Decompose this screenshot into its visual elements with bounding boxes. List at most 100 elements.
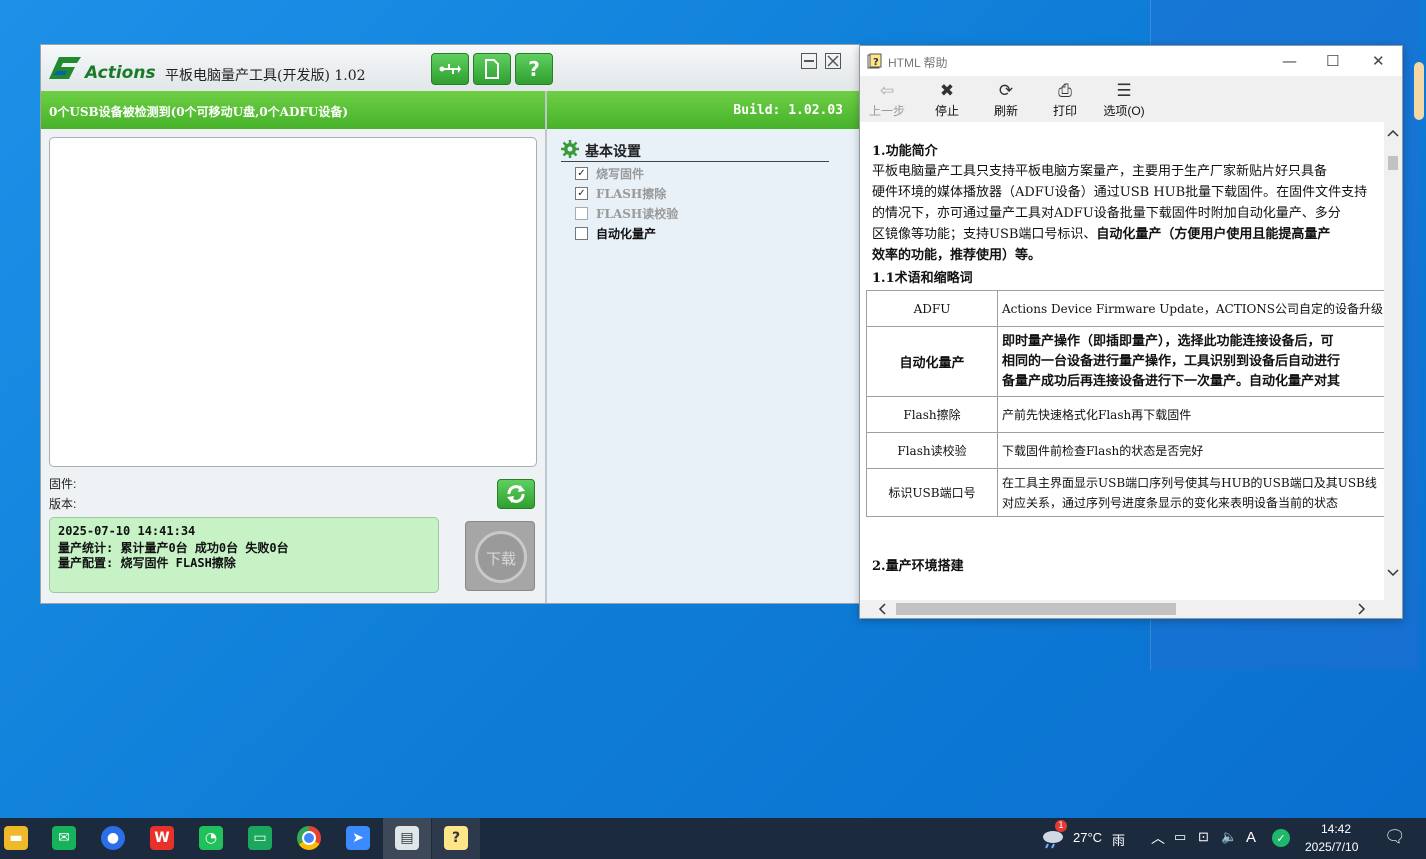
option-checkbox[interactable]: ✓: [575, 166, 588, 180]
paragraph-line: 区镜像等功能；支持USB端口号标识、自动化量产（方便用户使用且能提高量产: [872, 224, 1378, 245]
table-row: Flash读校验 下载固件前检查Flash的状态是否完好: [866, 432, 1384, 469]
close-icon: [825, 53, 841, 69]
clock-time[interactable]: 14:42: [1321, 822, 1351, 836]
device-status-bar: 0个USB设备被检测到(0个可移动U盘,0个ADFU设备) Build: 1.0…: [41, 91, 859, 129]
scroll-down-icon[interactable]: [1384, 566, 1402, 580]
back-arrow-icon: ⇦: [879, 81, 895, 101]
weather-temperature[interactable]: 27°C: [1073, 830, 1102, 845]
section-paragraph: 平板电脑量产工具只支持平板电脑方案量产，主要用于生产厂家新贴片好只具备 硬件环境…: [872, 161, 1378, 266]
stop-label: 停止: [934, 104, 959, 118]
horizontal-scrollbar[interactable]: [860, 600, 1402, 618]
scroll-left-icon[interactable]: [876, 600, 890, 618]
section-title: 1.功能简介: [872, 144, 938, 159]
build-version: Build: 1.02.03: [733, 103, 843, 118]
ime-indicator[interactable]: A: [1246, 829, 1256, 846]
table-row: 自动化量产 即时量产操作（即插即量产），选择此功能连接设备后，可 相同的一台设备…: [866, 326, 1384, 397]
usb-button[interactable]: [431, 53, 469, 85]
messaging-icon[interactable]: ✉: [52, 826, 76, 850]
refresh-button[interactable]: [497, 479, 535, 509]
options-button[interactable]: ☰ 选项(O): [1097, 80, 1151, 119]
table-row: 标识USB端口号 在工具主界面显示USB端口序列号使其与HUB的USB端口及其U…: [866, 468, 1384, 517]
term-cell: Flash读校验: [866, 432, 998, 469]
help-button[interactable]: ?: [515, 53, 553, 85]
help-title-bar[interactable]: ? HTML 帮助 — ☐ ✕: [860, 46, 1402, 76]
option-checkbox[interactable]: ✓: [575, 186, 588, 200]
network-icon[interactable]: ⊡: [1198, 829, 1209, 845]
minimize-button[interactable]: [801, 53, 817, 69]
document-icon: [485, 59, 499, 79]
settings-title: 基本设置: [585, 144, 641, 160]
settings-pane: 基本设置 ✓ 烧写固件 ✓ FLASH擦除 FLASH读校验 自动化量产: [547, 129, 859, 603]
option-burn-firmware[interactable]: ✓ 烧写固件: [575, 165, 644, 181]
stop-icon: ✖: [939, 81, 955, 101]
back-button[interactable]: ⇦ 上一步: [860, 80, 914, 119]
production-tool-window: Actions 平板电脑量产工具(开发版) 1.02 ? 0个USB设备被检测到…: [40, 44, 860, 604]
html-help-icon[interactable]: ?: [444, 826, 468, 850]
browser-icon[interactable]: ●: [101, 826, 125, 850]
download-button[interactable]: 下载: [465, 521, 535, 591]
feishu-icon[interactable]: ➤: [346, 826, 370, 850]
option-auto-production[interactable]: 自动化量产: [575, 225, 656, 241]
refresh-page-button[interactable]: ⟳ 刷新: [979, 80, 1033, 119]
notification-icon[interactable]: 🗨: [1384, 827, 1406, 847]
scroll-right-icon[interactable]: [1354, 600, 1368, 618]
tool-title-bar[interactable]: Actions 平板电脑量产工具(开发版) 1.02 ?: [41, 45, 859, 91]
battery-icon[interactable]: ▭: [1174, 829, 1186, 845]
info-config: 量产配置: 烧写固件 FLASH擦除: [58, 556, 236, 570]
paragraph-text: 区镜像等功能；支持USB端口号标识、: [872, 227, 1097, 242]
document-button[interactable]: [473, 53, 511, 85]
actions-logo-mark-icon: [49, 57, 81, 79]
horizontal-scroll-thumb[interactable]: [896, 603, 1176, 615]
desc-cell: 在工具主界面显示USB端口序列号使其与HUB的USB端口及其USB线 对应关系，…: [997, 468, 1384, 517]
gear-icon: [561, 140, 579, 158]
section-title: 2.量产环境搭建: [872, 559, 964, 574]
device-list[interactable]: [49, 137, 537, 467]
desc-cell: 产前先快速格式化Flash再下载固件: [997, 396, 1384, 433]
security-shield-icon[interactable]: ✓: [1272, 829, 1290, 847]
chat-icon[interactable]: ▭: [248, 826, 272, 850]
term-cell: 自动化量产: [866, 326, 998, 397]
refresh-icon: ⟳: [998, 81, 1014, 101]
vertical-scroll-thumb[interactable]: [1388, 156, 1398, 170]
option-checkbox[interactable]: [575, 206, 588, 220]
weather-condition[interactable]: 雨: [1112, 830, 1125, 849]
file-explorer-icon[interactable]: ▬: [4, 826, 28, 850]
weather-badge: 1: [1055, 820, 1067, 832]
stop-button[interactable]: ✖ 停止: [920, 80, 974, 119]
help-close-icon[interactable]: ✕: [1372, 52, 1385, 70]
help-minimize-icon[interactable]: —: [1282, 52, 1297, 70]
options-label: 选项(O): [1103, 104, 1145, 118]
refresh-arrows-icon: [507, 485, 525, 503]
wps-icon[interactable]: W: [150, 826, 174, 850]
volume-icon[interactable]: 🔈: [1221, 829, 1237, 845]
vertical-scrollbar[interactable]: [1384, 122, 1402, 600]
close-button[interactable]: [825, 53, 841, 69]
option-label: 自动化量产: [596, 226, 657, 241]
production-tool-icon[interactable]: ▤: [395, 826, 419, 850]
settings-header: 基本设置: [561, 139, 829, 162]
desc-line: 即时量产操作（即插即量产），选择此功能连接设备后，可: [1002, 333, 1334, 349]
chevron-up-icon[interactable]: ︿: [1151, 828, 1165, 848]
help-icon: ?: [528, 57, 540, 81]
actions-logo: Actions: [47, 53, 159, 83]
print-button[interactable]: ⎙ 打印: [1038, 80, 1092, 119]
back-label: 上一步: [868, 104, 905, 118]
option-checkbox[interactable]: [575, 226, 588, 240]
wechat-icon[interactable]: ◔: [199, 826, 223, 850]
desc-line: 备量产成功后再连接设备进行下一次量产。自动化量产对其: [1002, 373, 1341, 389]
scroll-up-icon[interactable]: [1384, 126, 1402, 140]
download-label: 下载: [485, 551, 516, 568]
help-maximize-icon[interactable]: ☐: [1326, 52, 1339, 70]
chrome-icon[interactable]: [297, 826, 321, 850]
desc-cell: 下载固件前检查Flash的状态是否完好: [997, 432, 1384, 469]
option-flash-erase[interactable]: ✓ FLASH擦除: [575, 185, 666, 201]
clock-date[interactable]: 2025/7/10: [1305, 840, 1358, 854]
firmware-label: 固件:: [49, 477, 77, 491]
option-label: 烧写固件: [596, 166, 645, 181]
options-icon: ☰: [1116, 81, 1132, 101]
option-flash-verify[interactable]: FLASH读校验: [575, 205, 678, 221]
svg-text:?: ?: [873, 57, 879, 68]
weather-icon[interactable]: 1: [1041, 820, 1067, 850]
terms-table: ADFU Actions Device Firmware Update，ACTI…: [866, 290, 1384, 517]
desktop-scroll-indicator[interactable]: [1414, 62, 1424, 120]
